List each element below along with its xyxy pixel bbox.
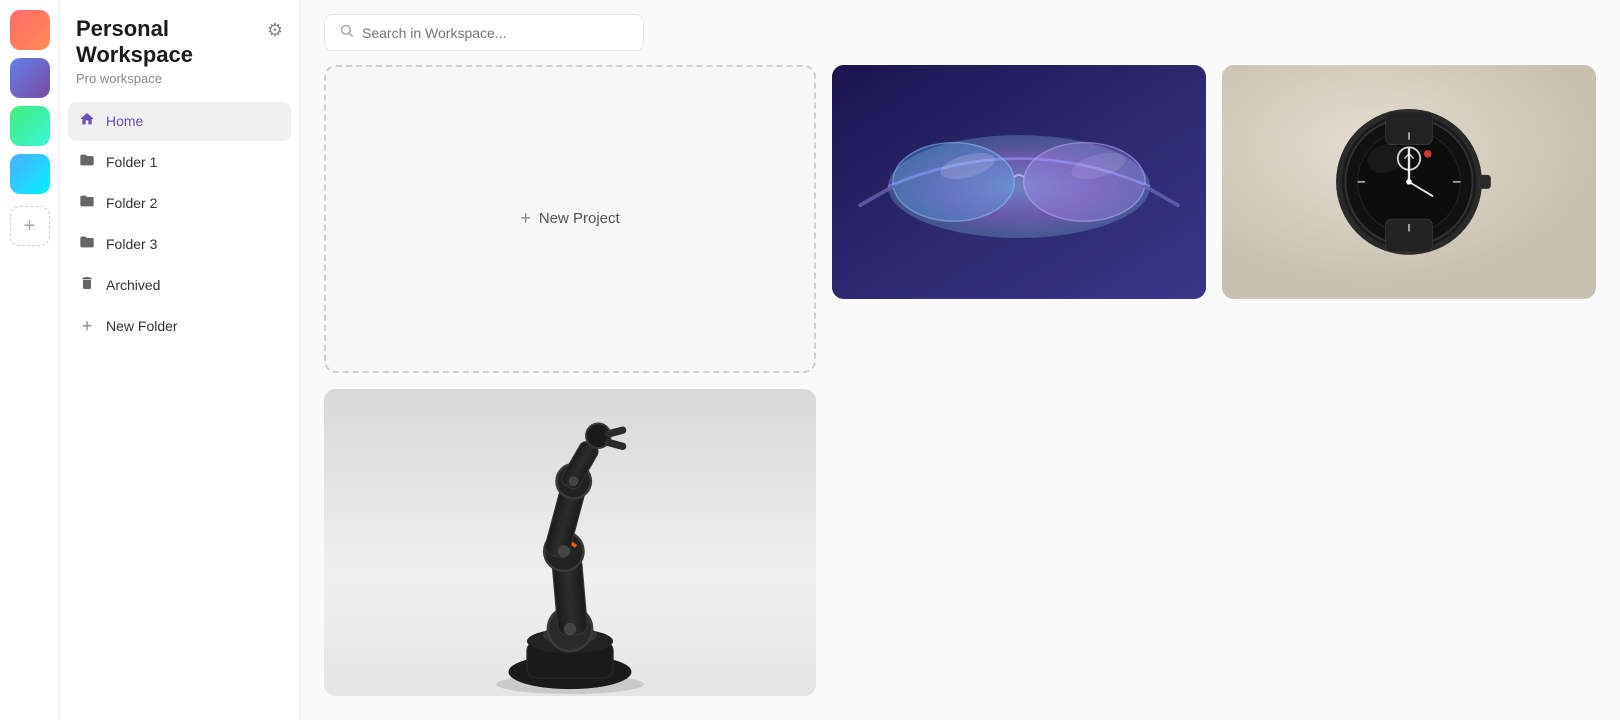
archived-icon bbox=[78, 275, 96, 296]
sidebar-item-home-label: Home bbox=[106, 113, 281, 129]
project-card-watch[interactable] bbox=[1222, 65, 1596, 299]
main-content: + New Project bbox=[300, 0, 1620, 720]
new-project-plus-icon: + bbox=[520, 208, 531, 229]
project-card-glasses[interactable] bbox=[832, 65, 1206, 299]
settings-icon[interactable]: ⚙ bbox=[267, 20, 283, 41]
sidebar-item-folder1-label: Folder 1 bbox=[106, 154, 281, 170]
topbar bbox=[300, 0, 1620, 65]
workspace-avatar-4[interactable] bbox=[10, 154, 50, 194]
sidebar-nav: Home Folder 1 Folder 2 bbox=[60, 102, 299, 346]
workspace-title: Personal Workspace bbox=[76, 16, 267, 69]
workspace-avatar-3[interactable] bbox=[10, 106, 50, 146]
search-input[interactable] bbox=[362, 25, 629, 41]
project-grid: + New Project bbox=[300, 65, 1620, 720]
workspace-avatar-2[interactable] bbox=[10, 58, 50, 98]
sidebar-item-folder1[interactable]: Folder 1 bbox=[68, 143, 291, 182]
icon-rail: + bbox=[0, 0, 60, 720]
new-project-label: New Project bbox=[539, 210, 620, 227]
search-icon bbox=[339, 23, 354, 42]
sidebar-item-folder3[interactable]: Folder 3 bbox=[68, 225, 291, 264]
sidebar-item-folder2-label: Folder 2 bbox=[106, 195, 281, 211]
folder1-icon bbox=[78, 152, 96, 173]
sidebar-item-folder2[interactable]: Folder 2 bbox=[68, 184, 291, 223]
new-folder-icon: + bbox=[78, 316, 96, 337]
sidebar-item-home[interactable]: Home bbox=[68, 102, 291, 141]
search-bar[interactable] bbox=[324, 14, 644, 51]
sidebar-item-new-folder-label: New Folder bbox=[106, 318, 281, 334]
folder3-icon bbox=[78, 234, 96, 255]
project-card-robot[interactable] bbox=[324, 389, 816, 697]
sidebar-item-folder3-label: Folder 3 bbox=[106, 236, 281, 252]
folder2-icon bbox=[78, 193, 96, 214]
sidebar-item-new-folder[interactable]: + New Folder bbox=[68, 307, 291, 346]
workspace-avatar-1[interactable] bbox=[10, 10, 50, 50]
add-workspace-button[interactable]: + bbox=[10, 206, 50, 246]
new-project-card[interactable]: + New Project bbox=[324, 65, 816, 373]
sidebar-header: Personal Workspace Pro workspace ⚙ bbox=[60, 16, 299, 102]
home-icon bbox=[78, 111, 96, 132]
sidebar-item-archived-label: Archived bbox=[106, 277, 281, 293]
sidebar-item-archived[interactable]: Archived bbox=[68, 266, 291, 305]
sidebar: Personal Workspace Pro workspace ⚙ Home … bbox=[60, 0, 300, 720]
workspace-info: Personal Workspace Pro workspace bbox=[76, 16, 267, 86]
workspace-subtitle: Pro workspace bbox=[76, 71, 267, 86]
